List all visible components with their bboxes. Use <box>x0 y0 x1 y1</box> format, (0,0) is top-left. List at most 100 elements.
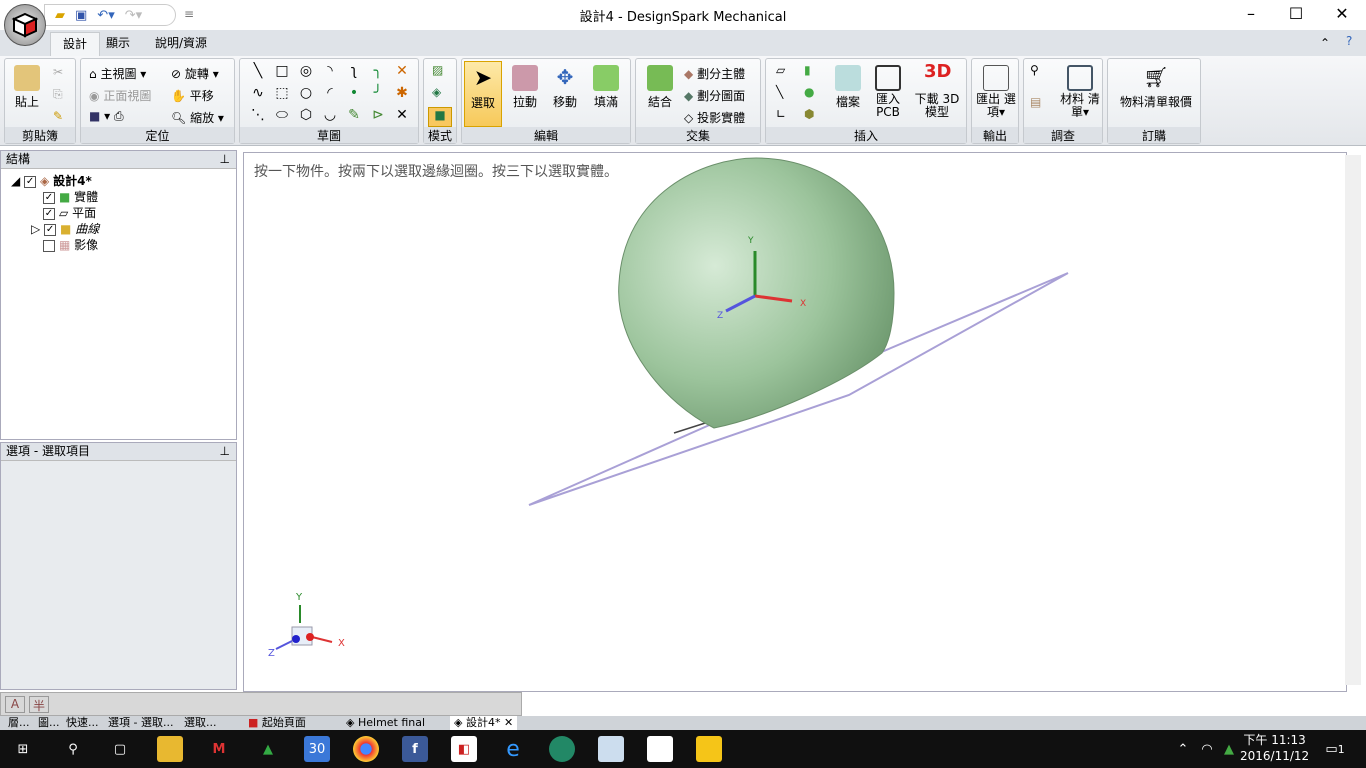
facebook-icon[interactable]: f <box>402 736 428 762</box>
close-tab-icon[interactable]: ✕ <box>504 716 513 729</box>
close-button[interactable]: ✕ <box>1319 4 1365 23</box>
arc-tool-icon[interactable]: ◝ <box>318 63 342 85</box>
doc-tab-helmet[interactable]: ◈ Helmet final <box>346 716 425 730</box>
point-tool-icon[interactable]: • <box>342 85 366 107</box>
fill-button[interactable]: 填滿 <box>586 61 626 110</box>
clock[interactable]: 下午 11:13 2016/11/12 <box>1240 732 1309 764</box>
checkbox[interactable]: ✓ <box>44 223 57 236</box>
cut-icon[interactable]: ✂ <box>53 65 63 79</box>
download-3d-model-button[interactable]: 3D 下載 3D 模型 <box>910 61 964 119</box>
sweep-arc-icon[interactable]: ◡ <box>318 107 342 129</box>
designspark-icon[interactable]: ◧ <box>451 736 477 762</box>
calendar-icon[interactable]: 30 <box>304 736 330 762</box>
drive-sync-icon[interactable]: ▲ <box>1216 736 1242 762</box>
mass-icon[interactable]: ▤ <box>1030 95 1041 109</box>
pin-icon[interactable]: ⊥ <box>220 443 230 460</box>
axis-icon[interactable]: ╲ <box>776 85 783 99</box>
bom-button[interactable]: 材料 清單▾ <box>1060 61 1100 119</box>
project-button[interactable]: ◇ 投影實體 <box>684 109 745 126</box>
zoom-button[interactable]: 🔍︎ 縮放 ▾ <box>171 109 224 126</box>
maps-icon[interactable] <box>598 736 624 762</box>
select-button[interactable]: ➤ 選取 <box>464 61 502 127</box>
vertical-scrollbar[interactable] <box>1345 155 1361 685</box>
view-cube-button[interactable]: ■ ▾ ⎙ <box>89 109 124 124</box>
google-drive-icon[interactable]: ▲ <box>255 736 281 762</box>
doc-tab-design4[interactable]: ◈ 設計4* ✕ <box>450 716 518 730</box>
three-point-arc-icon[interactable]: ◜ <box>318 85 342 107</box>
circle-tool-icon[interactable]: ◎ <box>294 63 318 85</box>
sphere-icon[interactable]: ● <box>804 85 814 99</box>
3d-mode-button[interactable]: ■ <box>428 107 452 127</box>
notifications-icon[interactable]: ▭ 1 <box>1322 736 1348 762</box>
component-icon[interactable]: ⬢ <box>804 107 814 121</box>
minimize-button[interactable]: – <box>1228 4 1274 23</box>
tree-root[interactable]: ◢ ✓ ◈ 設計4* <box>11 173 92 189</box>
help-icon[interactable]: ? <box>1346 34 1352 48</box>
tree-item-solid[interactable]: ✓ ■ 實體 <box>43 189 98 205</box>
tips-icon[interactable] <box>696 736 722 762</box>
ime-width-button[interactable]: 半 <box>29 696 49 713</box>
offset-tool-icon[interactable]: ╯ <box>366 85 390 107</box>
windows-start-icon[interactable]: ⊞ <box>10 736 36 762</box>
panel-tab[interactable]: 層... <box>8 716 30 730</box>
task-view-icon[interactable]: ▢ <box>107 736 133 762</box>
tab-design[interactable]: 設計 <box>50 32 101 56</box>
polygon-tool-icon[interactable]: ⬡ <box>294 107 318 129</box>
checkbox[interactable] <box>43 239 55 252</box>
pull-button[interactable]: 拉動 <box>506 61 544 110</box>
show-hidden-icons[interactable]: ⌃ <box>1170 736 1196 762</box>
movie-maker-icon[interactable] <box>647 736 673 762</box>
app-logo-button[interactable] <box>4 4 46 46</box>
globe-app-icon[interactable] <box>549 736 575 762</box>
section-mode-icon[interactable]: ◈ <box>432 85 441 99</box>
tree-item-curves[interactable]: ▷ ✓ ■ 曲線 <box>31 221 99 237</box>
spin-button[interactable]: ⊘ 旋轉 ▾ <box>171 65 219 82</box>
fillet-tool-icon[interactable]: ╮ <box>366 63 390 85</box>
export-options-button[interactable]: 匯出 選項▾ <box>976 61 1016 119</box>
split-face-button[interactable]: ◆ 劃分圖面 <box>684 87 745 104</box>
combine-button[interactable]: 結合 <box>640 61 680 110</box>
pin-icon[interactable]: ⊥ <box>220 151 230 168</box>
checkbox[interactable]: ✓ <box>43 191 55 204</box>
panel-tab[interactable]: 快速... <box>66 716 99 730</box>
doc-tab-start-page[interactable]: ■ 起始頁面 <box>248 716 306 730</box>
trim-tool-icon[interactable]: ✕ <box>390 63 414 85</box>
home-view-button[interactable]: ⌂ 主視圖 ▾ <box>89 65 146 82</box>
search-icon[interactable]: ⚲ <box>60 736 86 762</box>
panel-tab[interactable]: 選取... <box>184 716 217 730</box>
chrome-icon[interactable] <box>353 736 379 762</box>
panel-tab[interactable]: 選項 - 選取... <box>108 716 173 730</box>
bom-quote-button[interactable]: 🛒︎ 物料清單報價 <box>1114 61 1198 110</box>
ime-mode-button[interactable]: A <box>5 696 25 713</box>
face-curve-icon[interactable]: ✎ <box>342 107 366 129</box>
spline-tool-icon[interactable]: ʅ <box>342 63 366 85</box>
view-cube-triad[interactable] <box>275 605 333 650</box>
panel-tab[interactable]: 圖... <box>38 716 60 730</box>
checkbox[interactable]: ✓ <box>43 207 55 220</box>
tree-item-plane[interactable]: ✓ ▱ 平面 <box>43 205 96 221</box>
plane-icon[interactable]: ▱ <box>776 63 785 77</box>
three-point-rect-icon[interactable]: ⬚ <box>270 85 294 107</box>
tab-display[interactable]: 顯示 <box>94 32 142 56</box>
3d-viewport[interactable]: Y X Z Y X Z <box>243 152 1347 692</box>
front-view-button[interactable]: ◉ 正面視圖 <box>89 87 151 104</box>
move-button[interactable]: ✥ 移動 <box>546 61 584 110</box>
collapse-ribbon-icon[interactable]: ⌃ <box>1320 36 1330 50</box>
file-explorer-icon[interactable] <box>157 736 183 762</box>
split-curve-icon[interactable]: ✱ <box>390 85 414 107</box>
bend-icon[interactable]: ✕ <box>390 107 414 129</box>
tree-item-images[interactable]: ▦ 影像 <box>43 237 98 253</box>
rectangle-tool-icon[interactable]: □ <box>270 63 294 85</box>
format-painter-icon[interactable]: ✎ <box>53 109 63 123</box>
three-point-circle-icon[interactable]: ○ <box>294 85 318 107</box>
tab-help-resources[interactable]: 說明/資源 <box>143 32 219 56</box>
ellipse-tool-icon[interactable]: ⬭ <box>270 107 294 129</box>
file-button[interactable]: 檔案 <box>828 61 868 110</box>
pan-button[interactable]: ✋ 平移 <box>171 87 214 104</box>
internet-explorer-icon[interactable]: e <box>500 736 526 762</box>
origin-icon[interactable]: ∟ <box>776 107 786 121</box>
copy-icon[interactable]: ⎘ <box>53 87 63 102</box>
gmail-icon[interactable]: M <box>206 736 232 762</box>
sketch-mode-icon[interactable]: ▨ <box>432 63 443 77</box>
checkbox[interactable]: ✓ <box>24 175 37 188</box>
